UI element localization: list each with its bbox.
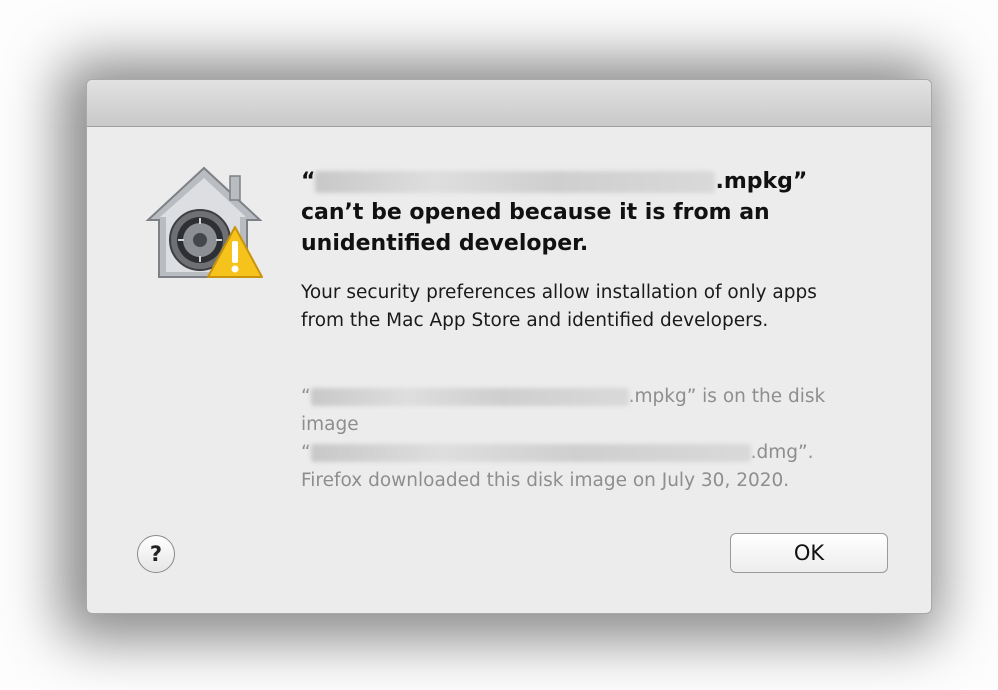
title-open-quote: “	[301, 169, 316, 194]
title-message: can’t be opened because it is from an un…	[301, 200, 770, 256]
redacted-filename	[315, 171, 716, 193]
security-info-text: Your security preferences allow installa…	[301, 282, 817, 331]
redacted-dmg-name	[310, 444, 751, 462]
alert-title: “ .mpkg” can’t be opened because it is fr…	[301, 166, 861, 259]
details-open-quote-2: “	[301, 442, 311, 463]
dialog-titlebar[interactable]	[87, 80, 931, 127]
download-note: Firefox downloaded this disk image on Ju…	[301, 470, 790, 491]
screen: “ .mpkg” can’t be opened because it is fr…	[0, 0, 998, 690]
gatekeeper-security-icon	[142, 162, 266, 286]
redacted-package-name	[310, 388, 629, 406]
alert-dialog: “ .mpkg” can’t be opened because it is fr…	[86, 79, 932, 614]
title-filename-suffix: .mpkg”	[715, 169, 808, 194]
details-open-quote-1: “	[301, 386, 311, 407]
details-line2-suffix: .dmg”.	[750, 442, 814, 463]
disk-image-details: “.mpkg” is on the disk image “.dmg”. Fir…	[301, 383, 881, 495]
warning-triangle-icon	[207, 226, 263, 278]
help-button[interactable]: ?	[137, 535, 175, 573]
ok-button[interactable]: OK	[730, 533, 888, 573]
